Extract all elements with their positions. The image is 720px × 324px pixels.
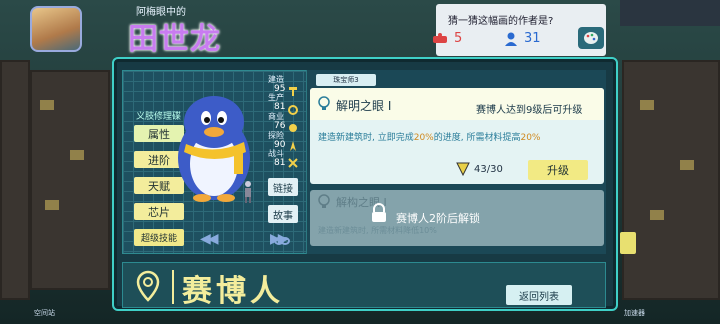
window: [45, 200, 59, 210]
stat-blue: 31: [504, 31, 541, 46]
super-skill-button[interactable]: 超级技能: [134, 229, 184, 246]
sword-icon: [288, 158, 298, 168]
stat-blue-value: 31: [524, 31, 541, 46]
skill-card-2-desc: 建造新建筑时, 所需材料降低10%: [318, 226, 437, 235]
skill-card-1-condition: 赛博人达到9级后可升级: [476, 105, 583, 116]
attr-label-business: 商业: [268, 112, 284, 121]
palette-button[interactable]: [578, 27, 604, 49]
side-tab[interactable]: [620, 232, 636, 254]
location-pin-icon: [136, 270, 160, 302]
mini-robot-icon: [245, 181, 251, 203]
attr-label-combat: 战斗: [268, 149, 284, 158]
window: [680, 160, 694, 170]
window: [70, 150, 84, 160]
material-icon: [456, 162, 470, 176]
bottom-left-label: 空间站: [34, 309, 55, 317]
back-to-list-button[interactable]: 返回列表: [506, 285, 572, 305]
building: [622, 60, 720, 300]
character-class-name: 赛博人: [182, 274, 284, 309]
attr-value-combat: 81: [274, 158, 286, 168]
compass-icon: [290, 141, 296, 151]
job-badge: 珠宝师3: [316, 74, 376, 86]
character-name-title: 田世龙: [128, 22, 221, 57]
stat-red-value: 5: [454, 31, 463, 46]
chain-icon[interactable]: [274, 235, 290, 247]
desc-text: 的进度, 所需材料提高: [433, 133, 521, 143]
divider: [172, 270, 174, 304]
desc-text: 建造新建筑时, 立即完成: [318, 133, 414, 143]
stat-red: 5: [432, 31, 462, 46]
desc-highlight: 20%: [520, 133, 541, 143]
skill-card-1-desc: 建造新建筑时, 立即完成20%的进度, 所需材料提高20%: [318, 130, 541, 143]
upgrade-button[interactable]: 升级: [528, 160, 588, 180]
palette-icon: [584, 32, 598, 44]
attr-label-build: 建造: [268, 75, 284, 84]
skill-card-1-title: 解明之眼 I: [336, 99, 392, 113]
desc-highlight: 20%: [413, 133, 434, 143]
lightbulb-icon: [318, 96, 330, 110]
attr-label-explore: 探险: [268, 131, 284, 140]
gear-icon: [288, 105, 298, 115]
tab-chip[interactable]: 芯片: [134, 203, 184, 220]
building: [0, 60, 30, 300]
attr-value-business: 76: [274, 121, 286, 131]
lightbulb-icon: [318, 194, 330, 208]
top-right-bar: [620, 0, 720, 26]
window: [40, 100, 54, 110]
question-text: 猜一猜这幅画的作者是?: [448, 16, 554, 27]
lock-icon: [372, 203, 386, 222]
hammer-icon: [289, 87, 297, 96]
story-button[interactable]: 故事: [268, 205, 298, 223]
link-button[interactable]: 链接: [268, 178, 298, 196]
window: [640, 100, 654, 110]
unlock-requirement: 赛博人2阶后解锁: [396, 212, 480, 225]
user-icon: [505, 32, 517, 46]
cart-icon: [433, 32, 447, 43]
attr-value-produce: 81: [274, 102, 286, 112]
coin-icon: [289, 124, 297, 132]
prev-arrow-icon[interactable]: ◀◀: [200, 231, 218, 247]
avatar[interactable]: [30, 6, 82, 52]
bottom-right-label: 加速器: [624, 309, 645, 317]
window: [650, 210, 664, 220]
material-progress: 43/30: [474, 164, 503, 175]
attr-label-produce: 生产: [268, 93, 284, 102]
